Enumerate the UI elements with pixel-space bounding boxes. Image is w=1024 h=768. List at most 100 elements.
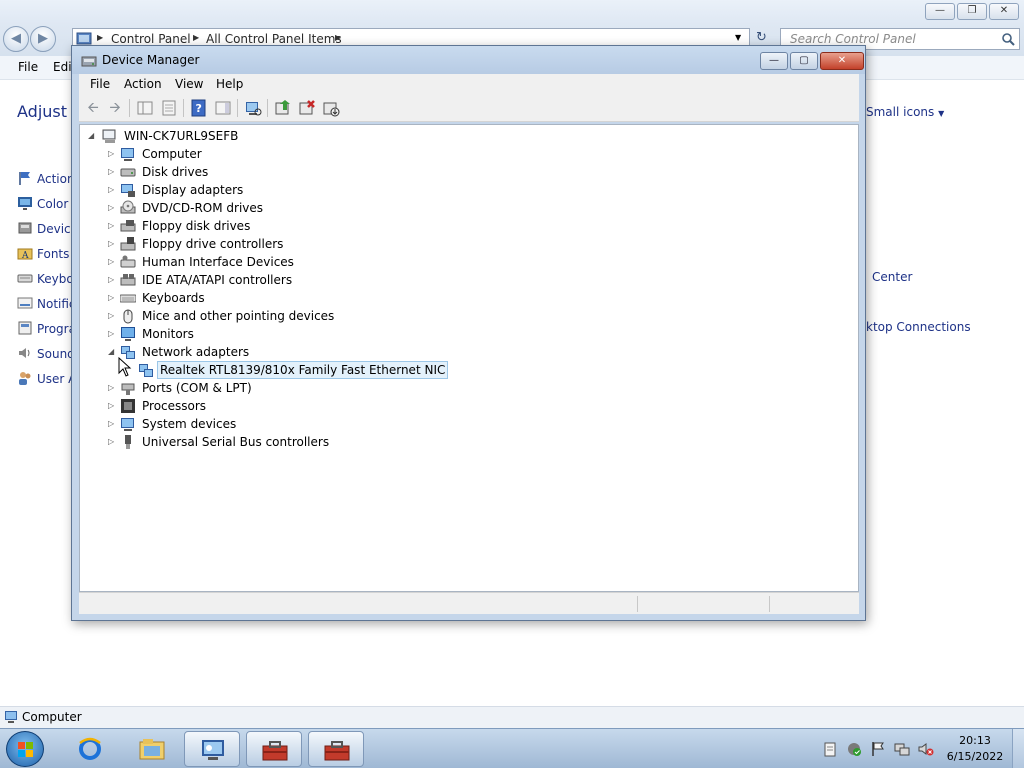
computer-icon <box>121 148 134 161</box>
toolbar-separator <box>129 99 130 117</box>
computer-icon <box>102 129 116 143</box>
cp-item-notification-area[interactable]: Notific <box>17 295 76 313</box>
taskbar-computer-management[interactable] <box>246 731 302 767</box>
device-manager-icon <box>81 56 97 67</box>
expand-arrow-icon[interactable]: ▷ <box>108 218 114 234</box>
refresh-icon[interactable]: ↻ <box>756 30 767 45</box>
breadcrumb-separator-icon[interactable]: ▶ <box>193 33 199 42</box>
uninstall-device-icon[interactable] <box>297 98 317 118</box>
expand-arrow-icon[interactable]: ▷ <box>108 200 114 216</box>
breadcrumb-control-panel[interactable]: Control Panel <box>111 32 191 46</box>
show-desktop-button[interactable] <box>1012 729 1024 768</box>
back-arrow-icon[interactable]: 🡨 <box>83 98 103 118</box>
show-hide-action-pane-icon[interactable] <box>213 98 233 118</box>
disk-drive-icon <box>120 168 136 177</box>
view-by-dropdown[interactable]: Small icons ▼ <box>866 105 944 119</box>
properties-page-icon[interactable] <box>159 98 179 118</box>
users-icon <box>19 372 31 385</box>
dm-toolbar: 🡨 🡪 ? <box>79 94 859 122</box>
address-dropdown-icon[interactable]: ▼ <box>735 33 741 42</box>
keyboard-icon <box>120 294 136 303</box>
keyboard-icon <box>17 274 33 283</box>
tree-root-label: WIN-CK7URL9SEFB <box>124 129 239 143</box>
status-text: Computer <box>22 710 82 724</box>
dm-maximize-button[interactable]: ▢ <box>790 52 818 70</box>
dm-menu-view[interactable]: View <box>175 77 203 91</box>
network-card-icon <box>139 364 153 377</box>
statusbar-divider <box>637 596 638 612</box>
dm-minimize-button[interactable]: — <box>760 52 788 70</box>
cp-menu-file[interactable]: File <box>18 60 38 74</box>
port-icon <box>121 383 135 395</box>
cp-item-programs[interactable]: Progra <box>17 320 76 338</box>
taskbar-device-manager[interactable] <box>308 731 364 767</box>
notification-icon <box>17 297 33 309</box>
cp-item-action-center[interactable]: Action <box>17 170 75 188</box>
security-check-icon[interactable] <box>846 741 862 757</box>
dm-statusbar <box>79 592 859 614</box>
expand-arrow-icon[interactable]: ▷ <box>108 326 114 342</box>
device-tree[interactable]: ◢ WIN-CK7URL9SEFB ▷ Computer ▷ Disk driv… <box>79 124 859 592</box>
control-panel-titlebar: — ❐ ✕ <box>0 0 1024 24</box>
update-driver-icon[interactable] <box>273 98 293 118</box>
show-hide-console-tree-icon[interactable] <box>135 98 155 118</box>
clock-date: 6/15/2022 <box>946 750 1004 763</box>
speaker-icon <box>19 348 30 358</box>
cp-item-remote-desktop[interactable]: ktop Connections <box>866 320 971 338</box>
taskbar-internet-explorer[interactable] <box>62 731 118 767</box>
action-center-flag-icon[interactable] <box>870 741 886 757</box>
cp-restore-button[interactable]: ❐ <box>957 3 987 20</box>
start-button[interactable] <box>6 731 44 767</box>
expand-arrow-icon[interactable]: ▷ <box>108 182 114 198</box>
volume-muted-icon[interactable] <box>918 741 934 757</box>
dm-menu-action[interactable]: Action <box>124 77 162 91</box>
taskbar-control-panel[interactable] <box>184 731 240 767</box>
cp-item-keyboard[interactable]: Keybo <box>17 270 74 288</box>
search-icon[interactable] <box>1001 32 1015 46</box>
breadcrumb-all-items[interactable]: All Control Panel Items <box>206 32 342 46</box>
expand-arrow-icon[interactable]: ▷ <box>108 254 114 270</box>
toolbar-separator <box>267 99 268 117</box>
expand-arrow-icon[interactable]: ▷ <box>108 290 114 306</box>
network-icon[interactable] <box>894 741 910 757</box>
breadcrumb-separator-icon: ▶ <box>97 33 104 42</box>
cp-item-sound[interactable]: Sound <box>17 345 75 363</box>
dm-menu-file[interactable]: File <box>90 77 110 91</box>
internet-explorer-icon <box>79 737 101 760</box>
selected-device-label: Realtek RTL8139/810x Family Fast Etherne… <box>156 361 449 379</box>
toolbar-separator <box>237 99 238 117</box>
usb-controller-icon <box>125 435 131 449</box>
dm-titlebar[interactable]: Device Manager — ▢ ✕ <box>72 46 865 74</box>
folder-icon <box>139 739 165 760</box>
taskbar-windows-explorer[interactable] <box>124 731 180 767</box>
help-icon[interactable]: ? <box>189 98 209 118</box>
dm-menu-help[interactable]: Help <box>216 77 243 91</box>
expand-arrow-icon[interactable]: ▷ <box>108 146 114 162</box>
expand-arrow-icon[interactable]: ▷ <box>108 164 114 180</box>
expand-arrow-icon[interactable]: ▷ <box>108 434 114 450</box>
cp-minimize-button[interactable]: — <box>925 3 955 20</box>
cp-item-device-manager[interactable]: Device <box>17 220 78 238</box>
forward-arrow-icon[interactable]: 🡪 <box>105 98 125 118</box>
dm-close-button[interactable]: ✕ <box>820 52 864 70</box>
forward-button[interactable]: ▶ <box>30 26 56 52</box>
cp-close-button[interactable]: ✕ <box>989 3 1019 20</box>
cp-item-fonts[interactable]: A Fonts <box>17 245 69 263</box>
collapse-arrow-icon[interactable]: ◢ <box>108 344 114 360</box>
cp-item-user-accounts[interactable]: User A <box>17 370 76 388</box>
expand-arrow-icon[interactable]: ▷ <box>108 416 114 432</box>
scan-hardware-changes-icon[interactable] <box>243 98 263 118</box>
cp-item-sync-center[interactable]: Center <box>872 270 912 288</box>
expand-arrow-icon[interactable]: ▷ <box>108 272 114 288</box>
breadcrumb-separator-icon[interactable]: ▶ <box>335 33 341 42</box>
back-button[interactable]: ◀ <box>3 26 29 52</box>
clock[interactable]: 20:13 6/15/2022 <box>945 733 1005 765</box>
expand-arrow-icon[interactable]: ▷ <box>108 380 114 396</box>
expand-arrow-icon[interactable]: ▷ <box>108 398 114 414</box>
disable-device-icon[interactable] <box>321 98 341 118</box>
expand-arrow-icon[interactable]: ▷ <box>108 308 114 324</box>
clipboard-icon[interactable] <box>822 741 838 757</box>
taskbar: 20:13 6/15/2022 <box>0 728 1024 768</box>
expand-arrow-icon[interactable]: ▷ <box>108 236 114 252</box>
collapse-arrow-icon[interactable]: ◢ <box>88 128 94 144</box>
